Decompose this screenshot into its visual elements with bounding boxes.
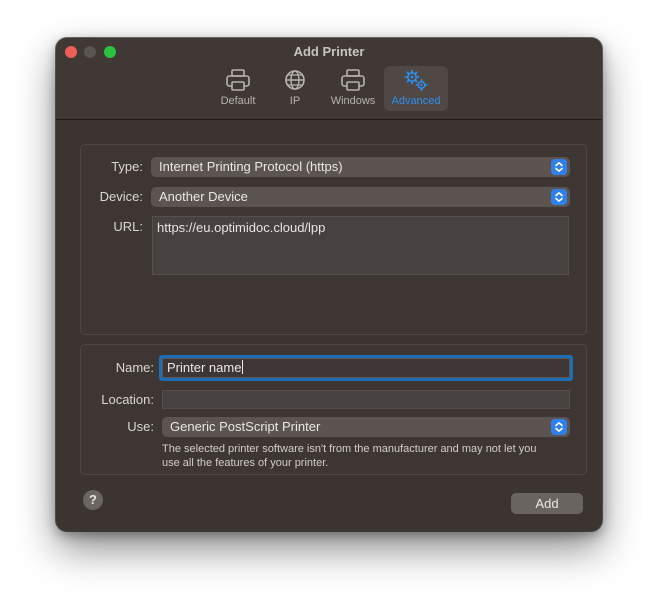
url-field[interactable]: https://eu.optimidoc.cloud/lpp bbox=[152, 216, 569, 275]
driver-warning-note: The selected printer software isn't from… bbox=[162, 442, 582, 470]
device-value: Another Device bbox=[159, 189, 248, 204]
url-value: https://eu.optimidoc.cloud/lpp bbox=[157, 220, 326, 235]
type-popup[interactable]: Internet Printing Protocol (https) bbox=[151, 157, 570, 177]
gears-icon bbox=[404, 69, 428, 92]
name-value: Printer name bbox=[167, 360, 242, 375]
url-label: URL: bbox=[113, 219, 143, 234]
printer-icon bbox=[341, 69, 365, 91]
help-button[interactable]: ? bbox=[83, 490, 103, 510]
chevron-up-down-icon bbox=[551, 189, 567, 205]
titlebar: Add Printer Default IP Windows Advanced bbox=[56, 38, 602, 120]
chevron-up-down-icon bbox=[551, 159, 567, 175]
tab-ip[interactable]: IP bbox=[280, 66, 310, 111]
device-popup[interactable]: Another Device bbox=[151, 187, 570, 207]
use-value: Generic PostScript Printer bbox=[170, 419, 321, 434]
add-printer-window: Add Printer Default IP Windows Advanced … bbox=[56, 38, 602, 531]
location-field[interactable] bbox=[162, 390, 570, 409]
use-label: Use: bbox=[127, 419, 154, 434]
tab-default[interactable]: Default bbox=[215, 66, 261, 111]
name-label: Name: bbox=[115, 360, 154, 375]
tab-advanced-label: Advanced bbox=[391, 95, 441, 107]
use-popup[interactable]: Generic PostScript Printer bbox=[162, 417, 570, 437]
location-label: Location: bbox=[101, 392, 154, 407]
tab-ip-label: IP bbox=[289, 95, 301, 107]
tab-windows[interactable]: Windows bbox=[326, 66, 380, 111]
tab-windows-label: Windows bbox=[330, 95, 376, 107]
driver-warning-line-1: The selected printer software isn't from… bbox=[162, 443, 537, 455]
device-label: Device: bbox=[99, 189, 143, 204]
driver-warning-line-2: use all the features of your printer. bbox=[162, 457, 329, 469]
chevron-up-down-icon bbox=[551, 419, 567, 435]
tab-default-label: Default bbox=[220, 95, 256, 107]
type-label: Type: bbox=[111, 159, 143, 174]
globe-icon bbox=[285, 70, 305, 90]
text-caret bbox=[242, 360, 244, 374]
tab-advanced[interactable]: Advanced bbox=[384, 66, 448, 111]
name-field[interactable]: Printer name bbox=[162, 358, 570, 378]
window-title: Add Printer bbox=[293, 44, 365, 59]
printer-icon bbox=[226, 69, 250, 91]
type-value: Internet Printing Protocol (https) bbox=[159, 159, 343, 174]
add-button[interactable]: Add bbox=[511, 493, 583, 514]
